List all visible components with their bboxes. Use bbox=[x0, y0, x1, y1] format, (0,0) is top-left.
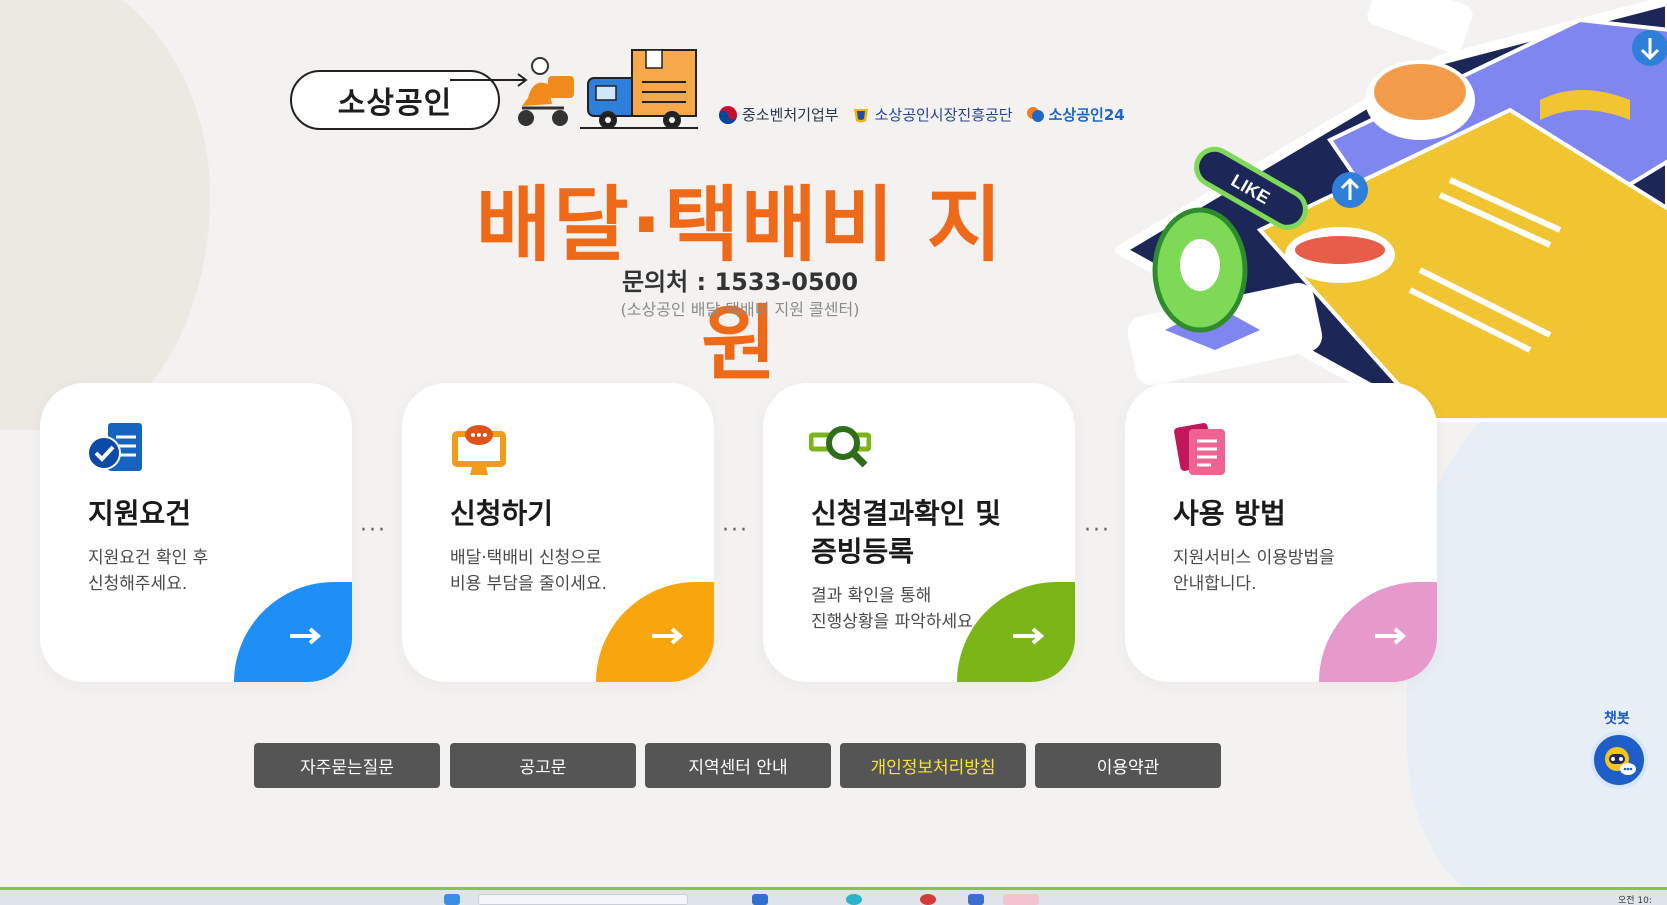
privacy-policy-button[interactable]: 개인정보처리방침 bbox=[840, 743, 1026, 788]
separator-dots: ··· bbox=[722, 518, 749, 543]
contact-number: 문의처 : 1533-0500 bbox=[621, 268, 859, 296]
separator-dots: ··· bbox=[1084, 518, 1111, 543]
taskbar bbox=[0, 890, 1667, 905]
chatbot-label: 챗봇 bbox=[1604, 711, 1630, 727]
separator-dots: ··· bbox=[360, 518, 387, 543]
sbiz24-logo-icon bbox=[1026, 106, 1044, 122]
arrow-right-icon bbox=[1013, 627, 1045, 645]
card-eligibility[interactable]: 지원요건 지원요건 확인 후 신청해주세요. bbox=[40, 383, 352, 682]
arrow-right-icon bbox=[290, 627, 322, 645]
background-shape bbox=[1407, 380, 1667, 900]
app-icon[interactable] bbox=[920, 894, 936, 905]
page: 소상공인 중소벤처기업부 소상공인시장진흥공단 소상공인24 배달·택배비 지원… bbox=[0, 0, 1667, 905]
card-title: 신청결과확인 및 증빙등록 bbox=[811, 497, 1002, 568]
terms-button[interactable]: 이용약관 bbox=[1035, 743, 1221, 788]
magnifier-icon bbox=[809, 426, 871, 468]
start-icon[interactable] bbox=[444, 894, 460, 905]
card-arrow-button[interactable] bbox=[1319, 582, 1437, 682]
org-mss[interactable]: 중소벤처기업부 bbox=[718, 104, 839, 125]
brand-logo[interactable]: 소상공인 bbox=[290, 48, 710, 138]
app-icon[interactable] bbox=[752, 894, 768, 905]
delivery-truck-icon bbox=[518, 49, 698, 129]
taskbar-clock: 오전 10: bbox=[1618, 896, 1652, 905]
regional-center-button[interactable]: 지역센터 안내 bbox=[645, 743, 831, 788]
card-description: 배달·택배비 신청으로 비용 부담을 줄이세요. bbox=[450, 548, 607, 594]
card-arrow-button[interactable] bbox=[234, 582, 352, 682]
monitor-chat-icon bbox=[452, 425, 506, 475]
chatbot-button[interactable] bbox=[1590, 731, 1648, 789]
app-icon[interactable] bbox=[846, 894, 862, 905]
faq-button[interactable]: 자주묻는질문 bbox=[254, 743, 440, 788]
notice-button[interactable]: 공고문 bbox=[450, 743, 636, 788]
card-title: 지원요건 bbox=[88, 497, 192, 530]
semas-logo-icon bbox=[853, 108, 868, 122]
card-result-check[interactable]: 신청결과확인 및 증빙등록 결과 확인을 통해 진행상황을 파악하세요. bbox=[763, 383, 1075, 682]
document-check-icon bbox=[87, 423, 142, 471]
background-shape bbox=[0, 0, 210, 430]
arrow-right-icon bbox=[1375, 627, 1407, 645]
org-label: 중소벤처기업부 bbox=[742, 106, 839, 124]
org-semas[interactable]: 소상공인시장진흥공단 bbox=[851, 104, 1013, 125]
arrow-right-icon bbox=[652, 627, 684, 645]
org-logos: 중소벤처기업부 소상공인시장진흥공단 소상공인24 bbox=[718, 104, 1125, 125]
card-how-to-use[interactable]: 사용 방법 지원서비스 이용방법을 안내합니다. bbox=[1125, 383, 1437, 682]
robot-icon bbox=[1605, 747, 1636, 775]
contact-description: (소상공인 배달·택배비 지원 콜센터) bbox=[620, 300, 860, 319]
org-label: 소상공인시장진흥공단 bbox=[874, 106, 1013, 124]
card-arrow-button[interactable] bbox=[596, 582, 714, 682]
app-icon[interactable] bbox=[1003, 894, 1039, 905]
card-apply[interactable]: 신청하기 배달·택배비 신청으로 비용 부담을 줄이세요. bbox=[402, 383, 714, 682]
card-title: 신청하기 bbox=[450, 497, 554, 530]
pages-icon bbox=[1174, 423, 1225, 475]
card-description: 지원요건 확인 후 신청해주세요. bbox=[88, 548, 209, 594]
card-title: 사용 방법 bbox=[1173, 497, 1286, 530]
taegeuk-icon bbox=[719, 105, 737, 124]
card-description: 지원서비스 이용방법을 안내합니다. bbox=[1173, 548, 1335, 594]
app-icon[interactable] bbox=[968, 894, 984, 905]
taskbar-search-input[interactable] bbox=[478, 894, 688, 905]
